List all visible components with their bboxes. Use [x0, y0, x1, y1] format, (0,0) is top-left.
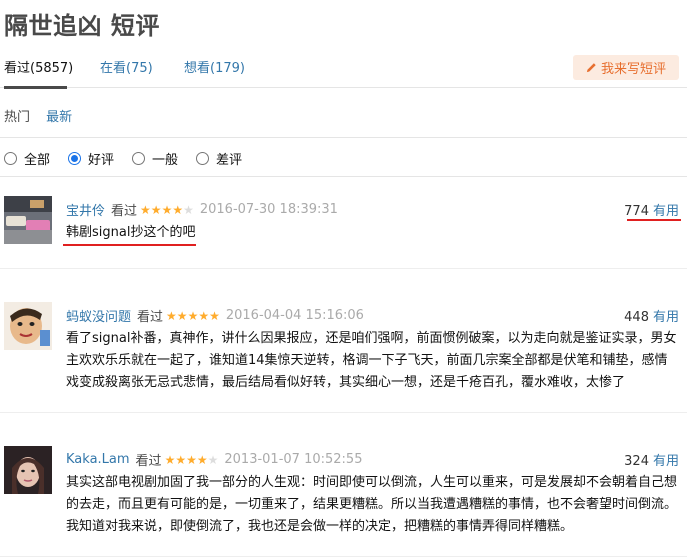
filter-neutral-label: 一般 [152, 153, 179, 168]
filter-all[interactable]: 全部 [4, 149, 50, 168]
radio-negative[interactable] [196, 152, 210, 165]
filter-positive-label: 好评 [88, 153, 115, 168]
filter-negative[interactable]: 差评 [196, 149, 242, 168]
star-icon: ★ [198, 308, 210, 323]
pencil-icon [586, 63, 596, 73]
filter-positive[interactable]: 好评 [68, 149, 114, 168]
sort-hot[interactable]: 热门 [4, 110, 30, 125]
tab-watched[interactable]: 看过(5857) [4, 57, 73, 76]
avatar[interactable] [4, 446, 52, 494]
comment-status: 看过 [111, 204, 138, 219]
star-icon: ★ [186, 452, 197, 467]
divider [0, 268, 687, 269]
filter-neutral[interactable]: 一般 [132, 149, 178, 168]
star-icon: ★ [196, 452, 208, 467]
star-icon: ★ [183, 202, 194, 217]
highlight-underline [63, 244, 196, 246]
write-review-button[interactable]: 我来写短评 [573, 55, 679, 80]
vote-area: 448 有用 [624, 306, 679, 325]
vote-area: 324 有用 [624, 450, 679, 469]
write-review-label: 我来写短评 [600, 62, 666, 77]
star-icon: ★ [187, 308, 199, 323]
radio-all[interactable] [4, 152, 17, 165]
divider [0, 412, 687, 413]
comment-status: 看过 [135, 454, 162, 469]
comment-user-link[interactable]: Kaka.Lam [66, 452, 130, 467]
comment-user-link[interactable]: 蚂蚁没问题 [66, 306, 131, 325]
comment-meta: 宝井伶 看过 ★ ★ ★ ★ ★ 2016-07-30 18:39:31 [66, 200, 338, 219]
comment-text: 韩剧signal抄这个的吧 [66, 225, 196, 240]
sort-newest[interactable]: 最新 [46, 110, 72, 125]
radio-positive[interactable] [68, 152, 82, 165]
comment-time: 2016-07-30 18:39:31 [199, 202, 338, 217]
star-icon: ★ [209, 308, 220, 323]
active-tab-underline [4, 86, 67, 89]
rating-stars: ★ ★ ★ ★ ★ [165, 454, 219, 466]
page-title: 隔世追凶 短评 [4, 12, 160, 40]
avatar[interactable] [4, 302, 52, 350]
rating-stars: ★ ★ ★ ★ ★ [140, 204, 194, 216]
highlight-underline [627, 219, 681, 221]
sort-options: 热门 最新 [4, 106, 84, 125]
rating-filter: 全部 好评 一般 差评 [4, 149, 260, 168]
vote-count: 448 [624, 310, 649, 325]
comment-status: 看过 [137, 310, 164, 325]
vote-area: 774 有用 [624, 200, 679, 219]
divider [0, 137, 687, 138]
avatar[interactable] [4, 196, 52, 244]
star-icon: ★ [175, 452, 187, 467]
tab-want-to-watch[interactable]: 想看(179) [184, 57, 245, 76]
star-icon: ★ [150, 202, 162, 217]
divider [0, 176, 687, 177]
star-icon: ★ [176, 308, 188, 323]
star-icon: ★ [207, 452, 219, 467]
comment-meta: 蚂蚁没问题 看过 ★ ★ ★ ★ ★ 2016-04-04 15:16:06 [66, 306, 364, 325]
vote-count: 324 [624, 454, 649, 469]
useful-button[interactable]: 有用 [653, 204, 679, 219]
filter-all-label: 全部 [24, 153, 51, 168]
comment-user-link[interactable]: 宝井伶 [66, 200, 105, 219]
star-icon: ★ [140, 202, 151, 217]
star-icon: ★ [172, 202, 184, 217]
useful-button[interactable]: 有用 [653, 310, 679, 325]
useful-button[interactable]: 有用 [653, 454, 679, 469]
star-icon: ★ [161, 202, 173, 217]
divider [0, 556, 687, 557]
comment-time: 2016-04-04 15:16:06 [225, 308, 364, 323]
tab-watching[interactable]: 在看(75) [100, 57, 153, 76]
star-icon: ★ [166, 308, 177, 323]
filter-negative-label: 差评 [216, 153, 243, 168]
comment-meta: Kaka.Lam 看过 ★ ★ ★ ★ ★ 2013-01-07 10:52:55 [66, 450, 362, 469]
comment-text: 其实这部电视剧加固了我一部分的人生观：时间即使可以倒流，人生可以重来，可是发展却… [66, 475, 678, 534]
comment-time: 2013-01-07 10:52:55 [224, 452, 363, 467]
comment-text: 看了signal补番，真神作，讲什么因果报应，还是咱们强啊，前面惯例破案，以为走… [66, 331, 677, 390]
vote-count: 774 [624, 204, 649, 219]
rating-stars: ★ ★ ★ ★ ★ [166, 310, 220, 322]
star-icon: ★ [164, 452, 176, 467]
radio-neutral[interactable] [132, 152, 146, 165]
